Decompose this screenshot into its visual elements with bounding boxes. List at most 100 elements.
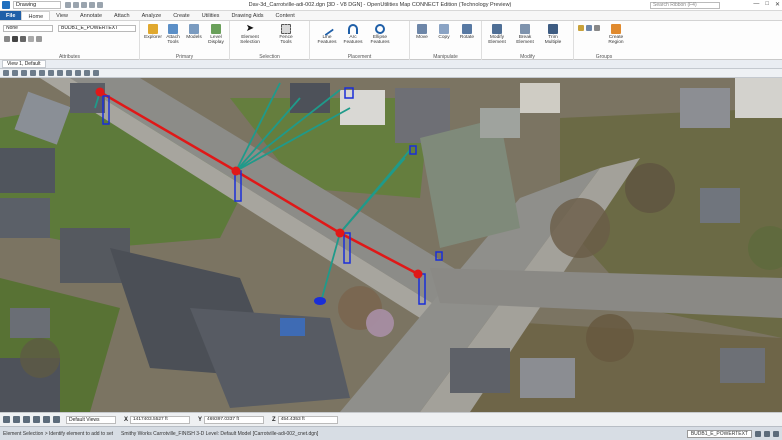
tab-view[interactable]: View <box>50 11 74 20</box>
view-tab[interactable]: View 1, Default <box>2 60 46 68</box>
building-blue-roof <box>280 318 305 336</box>
open-icon[interactable] <box>73 2 79 8</box>
fence-tools-button[interactable]: Fence Tools <box>274 24 298 45</box>
level-display-button[interactable]: Level Display <box>206 24 226 45</box>
redo-icon[interactable] <box>97 2 103 8</box>
group-attributes: None BUDB1_E_POWERTEXT Attributes <box>0 21 140 60</box>
models-button[interactable]: Models <box>185 24 203 40</box>
map-viewport[interactable] <box>0 78 782 412</box>
active-level-combo[interactable]: BUDB1_E_POWERTEXT <box>58 25 136 32</box>
tab-file[interactable]: File <box>0 11 22 20</box>
workflow-selector[interactable]: Drawing <box>13 1 61 9</box>
coordinate-value[interactable]: 469397.0337 ft <box>204 415 265 424</box>
building <box>290 83 330 113</box>
pan-view-icon[interactable] <box>66 70 72 76</box>
aerial-map[interactable] <box>0 78 782 412</box>
color-icon[interactable] <box>4 36 10 42</box>
saved-views-icon[interactable] <box>53 416 60 423</box>
attach-tools-button[interactable]: Attach Tools <box>164 24 182 45</box>
lock-icon[interactable] <box>594 25 600 31</box>
tab-attach[interactable]: Attach <box>108 11 136 20</box>
explorer-button[interactable]: Explorer <box>144 24 162 40</box>
ellipse-features-button[interactable]: Ellipse Features <box>368 24 392 45</box>
priority-icon[interactable] <box>36 36 42 42</box>
new-icon[interactable] <box>65 2 71 8</box>
cursor-arrow-icon: ➤ <box>245 23 255 34</box>
window-area-icon[interactable] <box>39 70 45 76</box>
rotate-view-icon[interactable] <box>57 70 63 76</box>
coordinate-value[interactable]: 454.4353 ft <box>277 415 338 424</box>
accudraw-icon[interactable] <box>3 416 10 423</box>
copy-button[interactable]: Copy <box>434 24 454 40</box>
element-selection-button[interactable]: ➤ Element Selection <box>238 23 262 46</box>
lock-icon[interactable] <box>755 430 761 437</box>
status-level[interactable]: BUDB1_E_POWERTEXT <box>686 429 752 438</box>
maximize-button[interactable]: □ <box>765 1 769 8</box>
coordinate-y: Y 469397.0337 ft <box>198 415 265 424</box>
building <box>10 308 50 338</box>
pole-node[interactable] <box>95 87 105 97</box>
building <box>720 348 765 383</box>
ribbon: None BUDB1_E_POWERTEXT Attributes Explor… <box>0 21 782 60</box>
tab-analyze[interactable]: Analyze <box>136 11 168 20</box>
group-icon[interactable] <box>578 25 584 31</box>
tab-annotate[interactable]: Annotate <box>74 11 108 20</box>
arc-features-button[interactable]: Arc Features <box>342 24 364 45</box>
element-template-combo[interactable]: None <box>3 25 53 32</box>
pole-node[interactable] <box>413 269 423 279</box>
line-features-button[interactable]: Line Features <box>316 22 338 45</box>
linestyle-icon[interactable] <box>12 36 18 42</box>
camera-icon[interactable] <box>43 416 50 423</box>
app-icon[interactable] <box>2 1 10 9</box>
view-next-icon[interactable] <box>84 70 90 76</box>
transparency-icon[interactable] <box>28 36 34 42</box>
toggle-3d-icon[interactable] <box>93 70 99 76</box>
group-primary: Explorer Attach Tools Models Level Displ… <box>140 21 230 60</box>
pole-5-base[interactable] <box>314 297 326 305</box>
pole-node[interactable] <box>231 166 241 176</box>
building <box>520 83 560 113</box>
ungroup-icon[interactable] <box>586 25 592 31</box>
coordinate-z: Z 454.4353 ft <box>272 415 338 424</box>
grid-icon[interactable] <box>33 416 40 423</box>
minimize-button[interactable]: — <box>753 1 759 8</box>
tree <box>625 163 675 213</box>
undo-icon[interactable] <box>89 2 95 8</box>
zoom-in-icon[interactable] <box>21 70 27 76</box>
create-region-button[interactable]: Create Region <box>604 24 628 45</box>
notification-icon[interactable] <box>773 430 779 437</box>
locks-icon[interactable] <box>23 416 30 423</box>
modify-element-button[interactable]: Modify Element <box>484 24 510 45</box>
save-icon[interactable] <box>81 2 87 8</box>
tab-drawing-aids[interactable]: Drawing Aids <box>225 11 269 20</box>
fit-view-icon[interactable] <box>48 70 54 76</box>
trim-multiple-button[interactable]: Trim Multiple <box>540 24 566 45</box>
move-button[interactable]: Move <box>412 24 432 40</box>
window-controls: — □ ✕ <box>753 1 780 8</box>
window-title: Dav-3d_Carrotville-adi-002.dgn [3D - V8 … <box>248 2 512 8</box>
tab-home[interactable]: Home <box>21 11 51 20</box>
view-previous-icon[interactable] <box>75 70 81 76</box>
coordinate-value[interactable]: 1417403.5527 ft <box>130 415 191 424</box>
tab-utilities[interactable]: Utilities <box>196 11 226 20</box>
messages-icon[interactable] <box>764 430 770 437</box>
snap-icon[interactable] <box>13 416 20 423</box>
rotate-icon <box>462 24 472 34</box>
tab-content[interactable]: Content <box>270 11 301 20</box>
modify-icon <box>492 24 502 34</box>
view-attributes-icon[interactable] <box>3 70 9 76</box>
tab-create[interactable]: Create <box>167 11 196 20</box>
zoom-out-icon[interactable] <box>30 70 36 76</box>
rotate-button[interactable]: Rotate <box>456 24 478 40</box>
saved-views-combo[interactable]: Default Views <box>66 415 116 424</box>
view-toolbar <box>0 69 782 78</box>
close-button[interactable]: ✕ <box>775 1 780 8</box>
status-right: BUDB1_E_POWERTEXT <box>686 429 779 438</box>
display-style-icon[interactable] <box>12 70 18 76</box>
ribbon-search-input[interactable]: Search Ribbon (F4) <box>650 2 720 9</box>
break-element-button[interactable]: Break Element <box>512 24 538 45</box>
region-icon <box>611 24 621 34</box>
pole-node[interactable] <box>335 228 345 238</box>
group-small-tools <box>578 25 600 31</box>
weight-icon[interactable] <box>20 36 26 42</box>
